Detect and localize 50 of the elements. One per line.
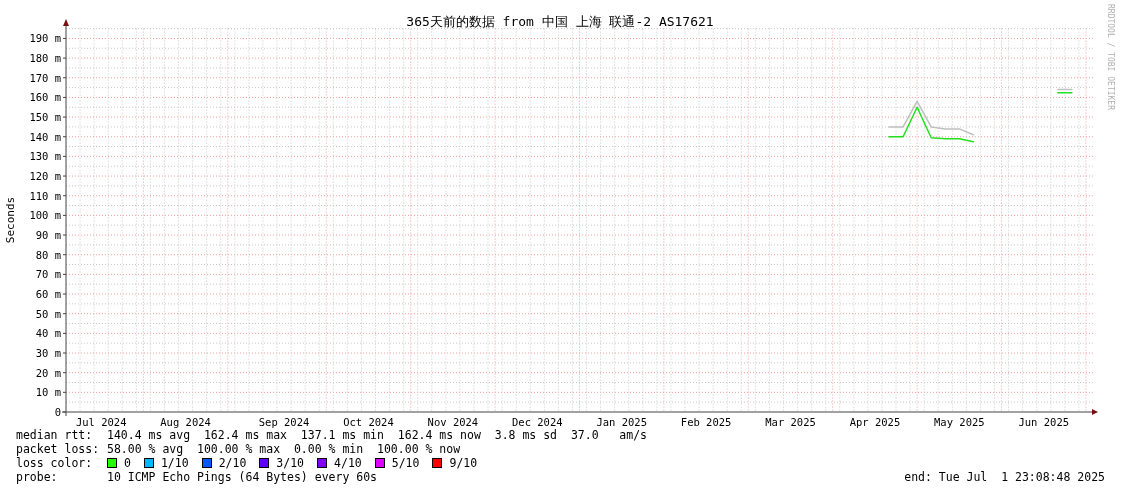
legend-text: 9/10 (449, 456, 478, 470)
y-tick-label: 150 m (29, 111, 61, 124)
stat-label: packet loss: (16, 442, 101, 456)
chart-title: 365天前的数据 from 中国 上海 联通-2 AS17621 (406, 14, 714, 29)
x-tick-label: Jul 2024 (75, 416, 127, 428)
legend-text: 3/10 (276, 456, 305, 470)
x-tick-label: Jan 2025 (596, 416, 647, 428)
legend-text: 5/10 (391, 456, 420, 470)
y-tick-label: 10 m (35, 386, 61, 399)
x-tick-label: May 2025 (934, 416, 985, 428)
y-tick-label: 50 m (35, 307, 61, 320)
stat-values: 140.4 ms avg 162.4 ms max 137.1 ms min 162.4 ms now 3.8 ms sd 37.0 am/s (107, 428, 648, 442)
y-tick-label: 130 m (29, 150, 61, 163)
legend-text: 4/10 (334, 456, 362, 470)
stat-values: 58.00 % avg 100.00 % max 0.00 % min 100.00 % now (107, 442, 461, 456)
y-tick-label: 70 m (35, 268, 61, 281)
y-tick-label: 160 m (29, 91, 61, 104)
axis-label: Seconds (4, 196, 17, 244)
end-time: end: Tue Jul 1 23:08:48 2025 (904, 470, 1105, 484)
x-tick-label: Jun 2025 (1018, 416, 1070, 428)
y-tick-label: 90 m (35, 229, 61, 242)
probe-label: probe: (16, 470, 59, 484)
y-tick-label: 30 m (35, 347, 61, 359)
y-tick-label: 190 m (29, 32, 61, 45)
y-tick-label: 140 m (29, 130, 61, 143)
y-tick-label: 20 m (35, 366, 61, 379)
x-tick-label: Oct 2024 (343, 416, 394, 428)
y-tick-label: 100 m (29, 209, 61, 222)
x-tick-label: Mar 2025 (765, 416, 816, 428)
probe-text: 10 ICMP Echo Pings (64 Bytes) every 60s (107, 470, 378, 484)
stat-label: median rtt: (16, 428, 94, 442)
y-tick-label: 80 m (35, 248, 61, 261)
credit-text: RRDTOOL / TOBI OETIKER (1106, 4, 1115, 110)
y-tick-label: 170 m (29, 71, 61, 84)
legend-label: loss color: (16, 456, 94, 470)
legend-text: 2/10 (218, 456, 247, 470)
x-tick-label: Apr 2025 (849, 416, 901, 428)
legend-text: 1/10 (160, 456, 189, 470)
y-tick-label: 120 m (29, 170, 61, 183)
legend-text: 0 (124, 456, 131, 470)
y-tick-label: 110 m (29, 189, 61, 202)
y-tick-label: 0 (54, 406, 61, 418)
y-tick-label: 60 m (35, 288, 61, 301)
y-tick-label: 40 m (35, 327, 61, 340)
x-tick-label: Sep 2024 (258, 416, 310, 428)
x-tick-label: Aug 2024 (160, 416, 211, 428)
x-tick-label: Feb 2025 (680, 416, 732, 428)
x-tick-label: Nov 2024 (427, 416, 479, 428)
x-tick-label: Dec 2024 (512, 416, 563, 428)
y-tick-label: 180 m (29, 52, 61, 65)
